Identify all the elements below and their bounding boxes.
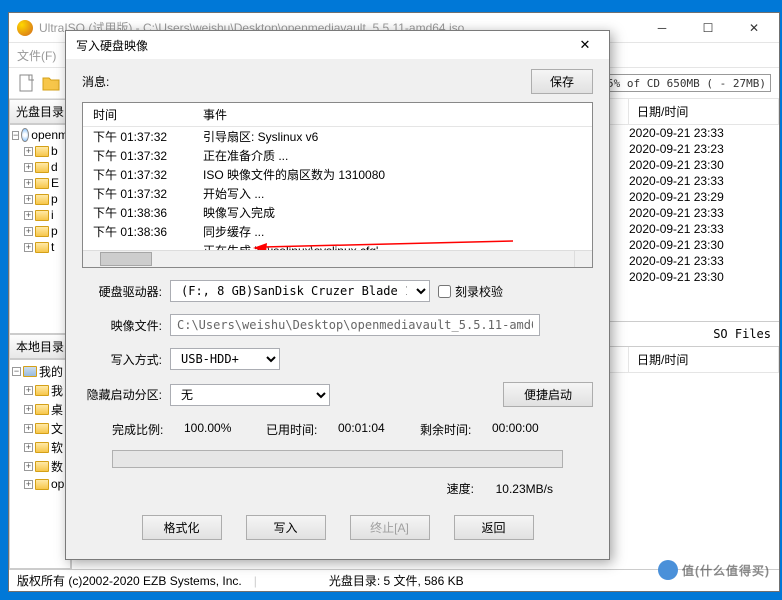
tree-item[interactable]: +t: [12, 239, 68, 255]
elapsed-value: 00:01:04: [338, 421, 408, 438]
tree-item[interactable]: +文: [12, 419, 68, 438]
horizontal-scrollbar[interactable]: [83, 250, 592, 267]
progress-bar: [112, 450, 563, 468]
tree-item[interactable]: +数: [12, 457, 68, 476]
tree-root[interactable]: −openm: [12, 127, 68, 143]
method-label: 写入方式:: [82, 351, 162, 368]
status-info: 光盘目录: 5 文件, 586 KB: [329, 572, 464, 589]
disc-tree[interactable]: −openm+b+d+E+p+i+p+t: [9, 124, 71, 334]
copyright-text: 版权所有 (c)2002-2020 EZB Systems, Inc.: [17, 572, 242, 589]
pct-value: 100.00%: [184, 421, 254, 438]
watermark: 值(什么值得买): [658, 560, 770, 580]
disc-dir-header: 光盘目录: [9, 99, 71, 124]
dialog-title: 写入硬盘映像: [76, 37, 571, 54]
tree-item[interactable]: +软: [12, 438, 68, 457]
tree-item[interactable]: +b: [12, 143, 68, 159]
open-icon[interactable]: [41, 73, 61, 93]
maximize-button[interactable]: ☐: [685, 14, 731, 42]
log-row: 下午 01:38:36映像写入完成: [83, 203, 592, 222]
write-button[interactable]: 写入: [246, 515, 326, 540]
pct-label: 完成比例:: [112, 421, 172, 438]
menu-file[interactable]: 文件(F): [17, 47, 56, 64]
message-log[interactable]: 时间 事件 下午 01:37:32引导扇区: Syslinux v6下午 01:…: [82, 102, 593, 268]
close-button[interactable]: ✕: [731, 14, 777, 42]
watermark-icon: [658, 560, 678, 580]
quick-boot-button[interactable]: 便捷启动: [503, 382, 593, 407]
write-method-select[interactable]: USB-HDD+: [170, 348, 280, 370]
drive-label: 硬盘驱动器:: [82, 283, 162, 300]
new-icon[interactable]: [17, 73, 37, 93]
drive-select[interactable]: (F:, 8 GB)SanDisk Cruzer Blade 1.26: [170, 280, 430, 302]
local-dir-header: 本地目录: [9, 334, 71, 359]
remain-value: 00:00:00: [492, 421, 562, 438]
tree-item[interactable]: +d: [12, 159, 68, 175]
log-row: 下午 01:37:32正在准备介质 ...: [83, 146, 592, 165]
verify-checkbox[interactable]: 刻录校验: [438, 283, 518, 300]
log-row: 下午 01:37:32开始写入 ...: [83, 184, 592, 203]
format-button[interactable]: 格式化: [142, 515, 222, 540]
abort-button: 终止[A]: [350, 515, 430, 540]
tree-item[interactable]: +p: [12, 191, 68, 207]
minimize-button[interactable]: ─: [639, 14, 685, 42]
remain-label: 剩余时间:: [420, 421, 480, 438]
disk-usage-indicator: 5% of CD 650MB ( - 27MB): [602, 74, 771, 92]
elapsed-label: 已用时间:: [266, 421, 326, 438]
write-disk-image-dialog: 写入硬盘映像 ✕ 消息: 保存 时间 事件 下午 01:37:32引导扇区: S…: [65, 30, 610, 560]
app-icon: [17, 20, 33, 36]
image-path-input: [170, 314, 540, 336]
tree-root[interactable]: −我的: [12, 362, 68, 381]
log-row: 下午 01:37:32引导扇区: Syslinux v6: [83, 127, 592, 147]
log-row: 下午 01:37:32ISO 映像文件的扇区数为 1310080: [83, 165, 592, 184]
speed-value: 10.23MB/s: [496, 482, 553, 496]
hide-boot-select[interactable]: 无: [170, 384, 330, 406]
tree-item[interactable]: +桌: [12, 400, 68, 419]
dialog-titlebar: 写入硬盘映像 ✕: [66, 31, 609, 59]
save-button[interactable]: 保存: [531, 69, 593, 94]
hide-boot-label: 隐藏启动分区:: [82, 386, 162, 403]
speed-label: 速度:: [447, 482, 474, 496]
dialog-close-button[interactable]: ✕: [571, 34, 599, 56]
image-label: 映像文件:: [82, 317, 162, 334]
log-row: 下午 01:38:36同步缓存 ...: [83, 222, 592, 241]
tree-item[interactable]: +我: [12, 381, 68, 400]
tree-item[interactable]: +op: [12, 476, 68, 492]
file-filter[interactable]: SO Files: [713, 327, 771, 341]
local-tree[interactable]: −我的+我+桌+文+软+数+op: [9, 359, 71, 569]
tree-item[interactable]: +i: [12, 207, 68, 223]
tree-item[interactable]: +p: [12, 223, 68, 239]
message-label: 消息:: [82, 73, 142, 90]
return-button[interactable]: 返回: [454, 515, 534, 540]
tree-item[interactable]: +E: [12, 175, 68, 191]
